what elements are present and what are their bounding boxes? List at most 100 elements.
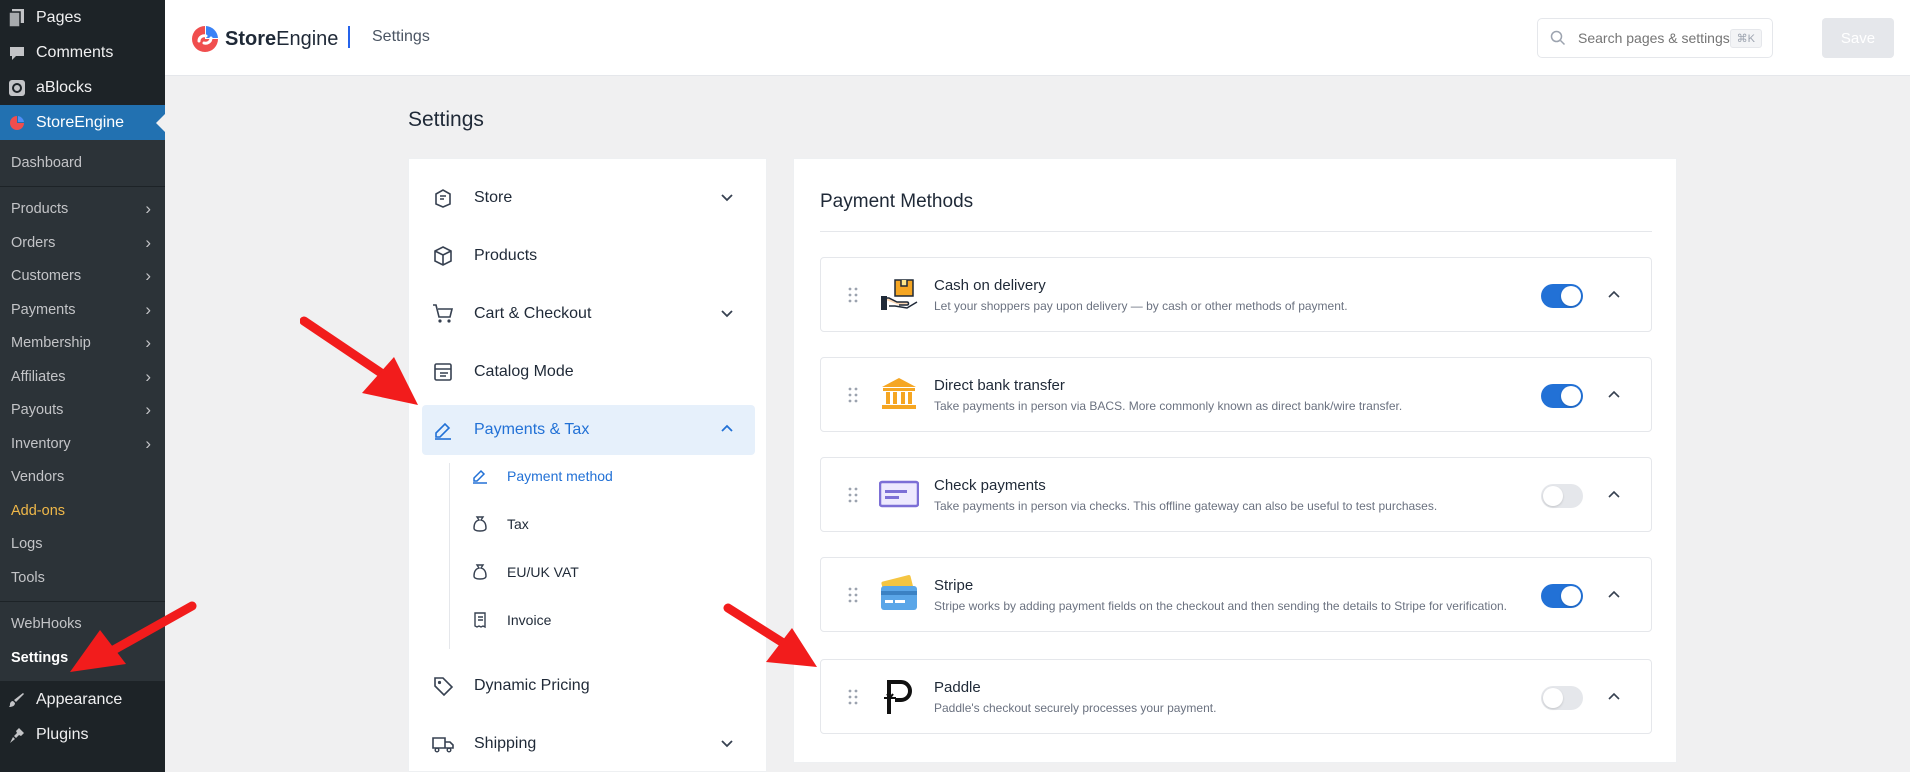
settings-nav: Store Products Cart & Checkout Catalog M… [408,158,767,772]
subnav-item-eu-uk-vat[interactable]: EU/UK VAT [471,563,579,581]
wp-menu-label: Pages [36,8,82,26]
wp-menu-comments[interactable]: Comments [0,35,165,70]
top-header: StoreEngine Settings ⌘K Save [165,0,1910,76]
money-bag-icon [471,515,489,533]
sidebar-item-settings[interactable]: Settings [0,641,165,675]
drag-handle-icon[interactable] [847,486,859,504]
drag-handle-icon[interactable] [847,688,859,706]
wp-menu-pages[interactable]: Pages [0,0,165,35]
chevron-up-icon[interactable] [1607,388,1621,402]
sidebar-item-dashboard[interactable]: Dashboard [0,146,165,180]
payment-method-description: Stripe works by adding payment fields on… [934,599,1507,613]
enable-toggle[interactable] [1541,686,1583,710]
bank-icon [882,378,916,409]
enable-toggle[interactable] [1541,284,1583,308]
sidebar-item-label: Add-ons [11,502,66,519]
payment-method-card: Check payments Take payments in person v… [820,457,1652,532]
sidebar-item-orders[interactable]: Orders › [0,226,165,260]
wp-menu-label: Appearance [36,691,123,708]
nav-item-dynamic-pricing[interactable]: Dynamic Pricing [422,661,755,711]
storeengine-logo-icon [192,26,218,52]
page-title: Settings [408,108,484,131]
tag-icon [432,675,454,697]
sidebar-item-tools[interactable]: Tools [0,561,165,595]
wp-menu-storeengine[interactable]: StoreEngine [0,105,165,140]
sidebar-item-logs[interactable]: Logs [0,528,165,562]
sidebar-item-label: Affiliates [11,368,66,385]
nav-item-label: Store [474,189,513,206]
toggle-knob [1543,486,1563,506]
sidebar-item-inventory[interactable]: Inventory › [0,427,165,461]
truck-icon [432,733,454,755]
sidebar-item-payments[interactable]: Payments › [0,293,165,327]
breadcrumb: Settings [372,28,430,45]
chevron-right-icon: › [145,232,151,252]
payment-method-description: Take payments in person via BACS. More c… [934,399,1403,413]
sidebar-item-products[interactable]: Products › [0,193,165,227]
payment-method-name: Check payments [934,477,1046,494]
payment-method-description: Take payments in person via checks. This… [934,499,1438,513]
chevron-right-icon: › [145,333,151,353]
subnav-item-payment-method[interactable]: Payment method [471,467,613,485]
search-box[interactable]: ⌘K [1537,18,1773,58]
nav-item-catalog-mode[interactable]: Catalog Mode [422,347,755,397]
sidebar-item-label: Orders [11,234,56,251]
save-button[interactable]: Save [1822,18,1894,58]
drag-handle-icon[interactable] [847,286,859,304]
chevron-right-icon: › [145,366,151,386]
sidebar-item-payouts[interactable]: Payouts › [0,394,165,428]
sidebar-item-label: Logs [11,536,43,553]
nav-item-label: Dynamic Pricing [474,677,590,694]
chevron-right-icon: › [145,400,151,420]
store-icon [432,187,454,209]
sidebar-item-customers[interactable]: Customers › [0,260,165,294]
enable-toggle[interactable] [1541,484,1583,508]
card-icon [881,575,917,610]
sidebar-item-vendors[interactable]: Vendors [0,461,165,495]
divider [820,231,1652,232]
subnav-item-invoice[interactable]: Invoice [471,611,551,629]
subnav-item-label: EU/UK VAT [507,564,579,580]
sidebar-item-membership[interactable]: Membership › [0,327,165,361]
chevron-up-icon[interactable] [1607,588,1621,602]
sidebar-item-webhooks[interactable]: WebHooks [0,608,165,642]
submenu-guide-line [449,463,450,649]
nav-item-store[interactable]: Store [422,173,755,223]
payment-method-card: Stripe Stripe works by adding payment fi… [820,557,1652,632]
chevron-right-icon: › [145,433,151,453]
toggle-knob [1543,688,1563,708]
enable-toggle[interactable] [1541,384,1583,408]
appearance-icon [8,691,26,709]
payment-method-card: Direct bank transfer Take payments in pe… [820,357,1652,432]
search-input[interactable] [1578,30,1738,46]
chevron-up-icon[interactable] [1607,690,1621,704]
nav-item-payments-tax[interactable]: Payments & Tax [422,405,755,455]
subnav-item-tax[interactable]: Tax [471,515,529,533]
ablocks-icon [8,79,26,97]
sidebar-item-label: Payouts [11,402,64,419]
drag-handle-icon[interactable] [847,586,859,604]
sidebar-item-affiliates[interactable]: Affiliates › [0,360,165,394]
nav-item-shipping[interactable]: Shipping [422,719,755,769]
sidebar-item-addons[interactable]: Add-ons [0,494,165,528]
search-icon [1550,30,1566,46]
nav-item-products[interactable]: Products [422,231,755,281]
wp-menu-appearance[interactable]: Appearance [0,683,165,718]
payment-method-card: Cash on delivery Let your shoppers pay u… [820,257,1652,332]
nav-item-cart-checkout[interactable]: Cart & Checkout [422,289,755,339]
nav-item-label: Catalog Mode [474,363,574,380]
wp-menu-label: StoreEngine [36,113,125,131]
payment-method-icon [471,467,489,485]
logo-text: StoreEngine [225,27,339,50]
wp-admin-sidebar: Pages Comments aBlocks StoreEngine Dashb… [0,0,165,772]
chevron-up-icon[interactable] [1607,288,1621,302]
wp-menu-label: aBlocks [36,78,93,96]
enable-toggle[interactable] [1541,584,1583,608]
drag-handle-icon[interactable] [847,386,859,404]
cash-delivery-icon [881,279,918,310]
storeengine-logo[interactable]: StoreEngine [190,24,338,54]
wp-menu-plugins[interactable]: Plugins [0,718,165,753]
wp-menu-ablocks[interactable]: aBlocks [0,70,165,105]
sidebar-item-label: WebHooks [11,616,82,633]
chevron-up-icon[interactable] [1607,488,1621,502]
